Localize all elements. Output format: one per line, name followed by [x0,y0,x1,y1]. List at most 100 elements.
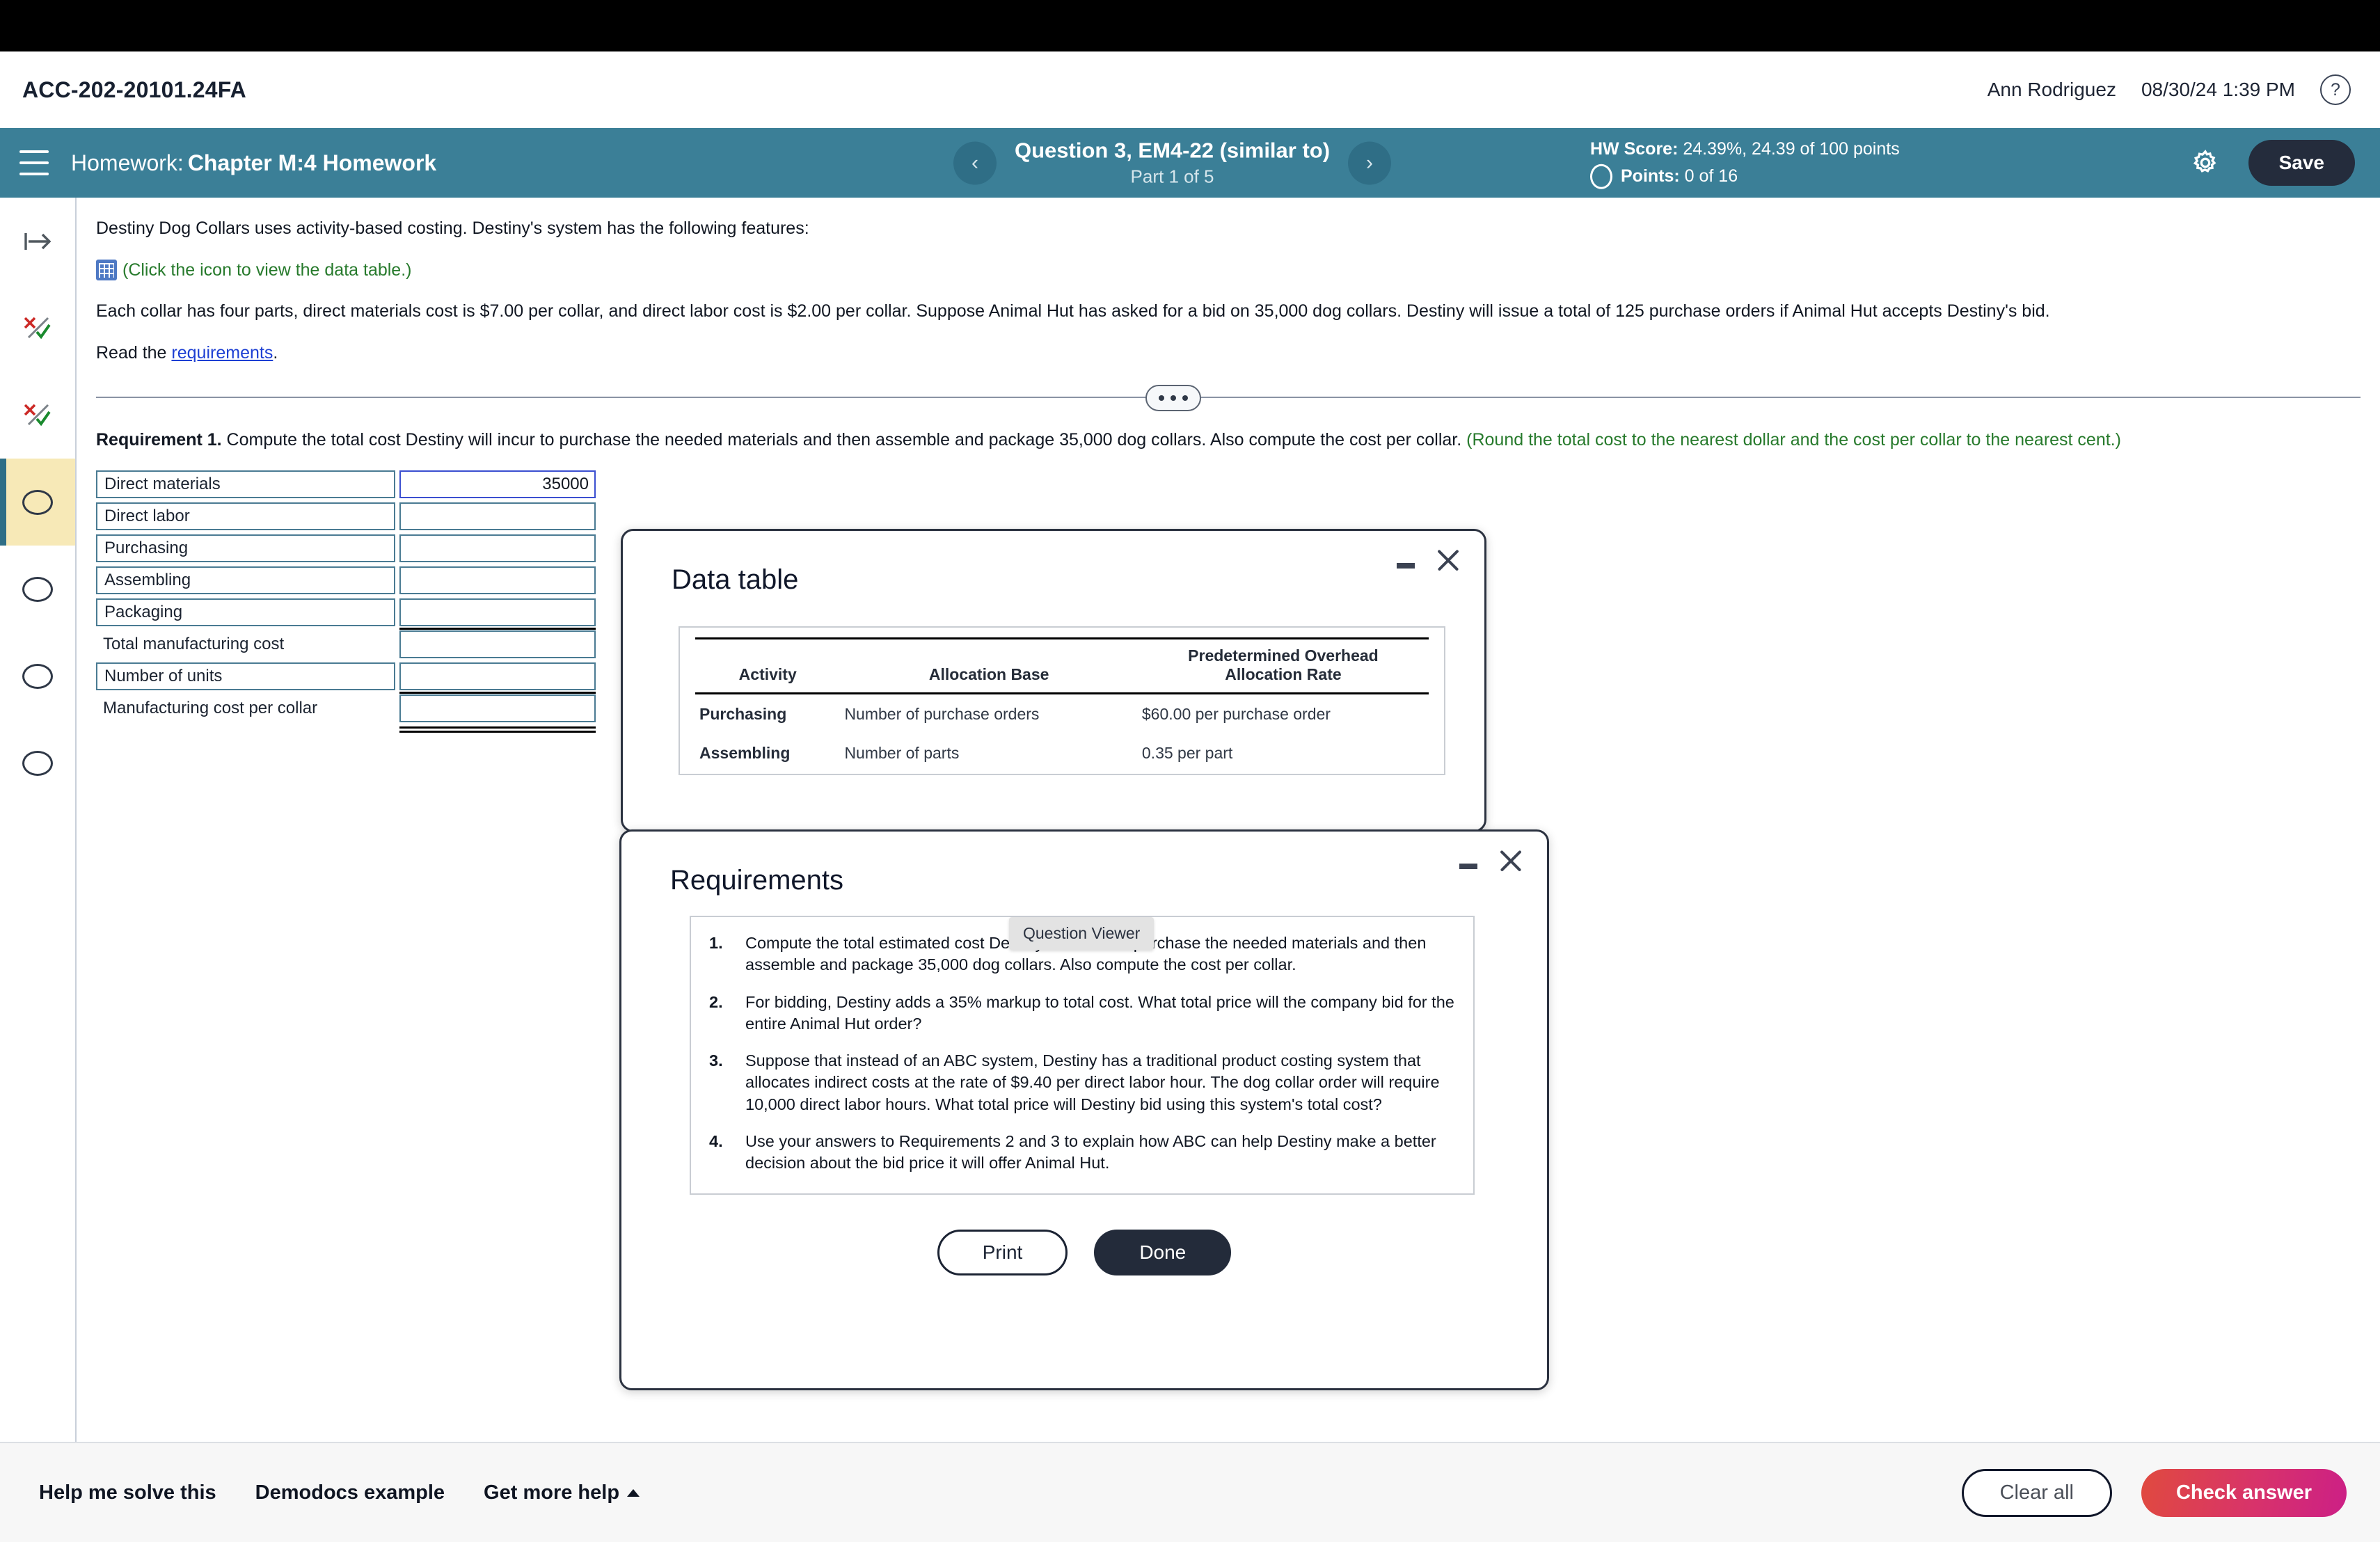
row-value-cell [395,470,596,499]
column-header-activity: Activity [695,637,841,694]
account-label-input[interactable] [96,566,395,595]
question-viewer-tooltip: Question Viewer [1009,917,1155,950]
rail-item-part-1[interactable] [0,459,75,546]
row-static-label: Manufacturing cost per collar [103,699,318,718]
data-table-hint-row: (Click the icon to view the data table.) [96,257,2355,284]
data-table-dialog-title: Data table [672,564,799,595]
help-icon[interactable]: ? [2320,74,2351,105]
score-summary: HW Score: 24.39%, 24.39 of 100 points Po… [1590,137,1900,189]
table-row [96,502,596,531]
chevron-up-icon [627,1488,640,1497]
abc-rates-body: Purchasing Number of purchase orders $60… [695,694,1429,774]
requirement-1-text: Compute the total cost Destiny will incu… [221,430,1467,450]
amount-input[interactable] [399,630,596,659]
requirement-number: 3. [709,1051,723,1070]
rail-item-go-to[interactable] [0,198,75,285]
check-answer-button[interactable]: Check answer [2141,1468,2347,1517]
table-row [96,534,596,563]
account-label-input[interactable] [96,662,395,691]
value-wrap-total-rule [399,694,596,729]
collapse-toggle-button[interactable] [1145,385,1201,411]
close-icon[interactable] [1436,548,1461,573]
rail-item-attempt-2[interactable] [0,372,75,459]
demodocs-example-button[interactable]: Demodocs example [255,1481,445,1504]
list-item: 2. For bidding, Destiny adds a 35% marku… [709,992,1455,1035]
read-requirements-row: Read the requirements. [96,340,2355,367]
table-row: Purchasing Number of purchase orders $60… [695,694,1429,734]
account-label-input[interactable] [96,470,395,499]
abc-rates-head: Activity Allocation Base Predetermined O… [695,637,1429,694]
data-table-hint[interactable]: (Click the icon to view the data table.) [122,260,411,280]
amount-input[interactable] [399,534,596,563]
table-row: Assembling Number of parts 0.35 per part [695,733,1429,772]
account-label-input[interactable] [96,534,395,563]
value-wrap [399,502,596,531]
amount-input[interactable] [399,598,596,627]
cell-allocation-base: Number of purchase orders [844,705,1040,723]
minimize-icon[interactable] [1459,864,1477,869]
column-header-rate-line1: Predetermined Overhead [1188,646,1379,665]
previous-question-button[interactable]: ‹ [953,141,997,184]
get-more-help-label: Get more help [484,1481,620,1504]
save-button[interactable]: Save [2248,140,2355,186]
next-question-button[interactable]: › [1348,141,1392,184]
hw-score-row: HW Score: 24.39%, 24.39 of 100 points [1590,137,1900,162]
question-intro: Destiny Dog Collars uses activity-based … [96,218,809,238]
get-more-help-button[interactable]: Get more help [484,1481,640,1504]
section-divider [77,381,2380,412]
rail-item-part-3[interactable] [0,633,75,720]
requirements-dialog: Requirements 1. Compute the total estima… [619,829,1549,1390]
homework-title: Homework: Chapter M:4 Homework [71,150,436,176]
cell-allocation-rate: 0.19 per collar [1137,772,1429,774]
requirement-text: For bidding, Destiny adds a 35% markup t… [745,992,1454,1033]
rail-item-part-4[interactable] [0,720,75,806]
amount-input[interactable] [399,694,596,723]
amount-input[interactable] [399,470,596,499]
account-label-input[interactable] [96,598,395,627]
table-row: Manufacturing cost per collar [96,694,596,729]
row-label-cell: Manufacturing cost per collar [96,694,395,722]
minimize-icon[interactable] [1397,563,1415,569]
amount-input[interactable] [399,566,596,595]
row-label-cell [96,470,395,499]
points-label: Points: [1621,166,1680,186]
question-title: Question 3, EM4-22 (similar to) [1015,138,1331,163]
cell-allocation-base: Number of parts [844,744,960,762]
unanswered-circle-icon [22,663,53,689]
done-button[interactable]: Done [1094,1230,1232,1276]
amount-input[interactable] [399,502,596,531]
question-part: Part 1 of 5 [1130,166,1214,187]
table-row [96,598,596,630]
menu-icon[interactable] [19,150,49,175]
help-me-solve-this-button[interactable]: Help me solve this [39,1481,216,1504]
table-icon[interactable] [96,259,117,280]
table-header-row: Activity Allocation Base Predetermined O… [695,637,1429,694]
row-label-cell: Total manufacturing cost [96,630,395,658]
requirement-number: 1. [709,934,723,952]
rail-item-part-2[interactable] [0,546,75,633]
incorrect-correct-icon [24,404,51,426]
question-body: Each collar has four parts, direct mater… [96,301,2050,321]
list-item: 4. Use your answers to Requirements 2 an… [709,1131,1455,1175]
account-label-input[interactable] [96,502,395,531]
assignment-name: Chapter M:4 Homework [187,150,437,175]
row-label-cell [96,566,395,595]
clear-all-button[interactable]: Clear all [1961,1468,2112,1517]
amount-input[interactable] [399,662,596,691]
rail-item-attempt-1[interactable] [0,285,75,372]
cell-activity: Purchasing [699,705,787,723]
requirements-link[interactable]: requirements [171,343,273,363]
data-table-dialog: Data table Activity Allocation Base Pred… [621,529,1486,832]
divider-line [96,397,2361,398]
abc-rates-table: Activity Allocation Base Predetermined O… [695,637,1429,774]
gear-icon[interactable] [2190,148,2221,178]
answer-rows: Total manufacturing cost [96,470,596,729]
browser-chrome-bar [0,0,2380,51]
close-icon[interactable] [1498,848,1523,873]
read-suffix: . [273,342,278,363]
requirement-1-hint: (Round the total cost to the nearest dol… [1466,430,2121,450]
value-wrap-subtotal-rule [399,662,596,694]
list-item: 3. Suppose that instead of an ABC system… [709,1050,1455,1115]
timestamp: 08/30/24 1:39 PM [2141,79,2295,100]
print-button[interactable]: Print [937,1230,1068,1276]
